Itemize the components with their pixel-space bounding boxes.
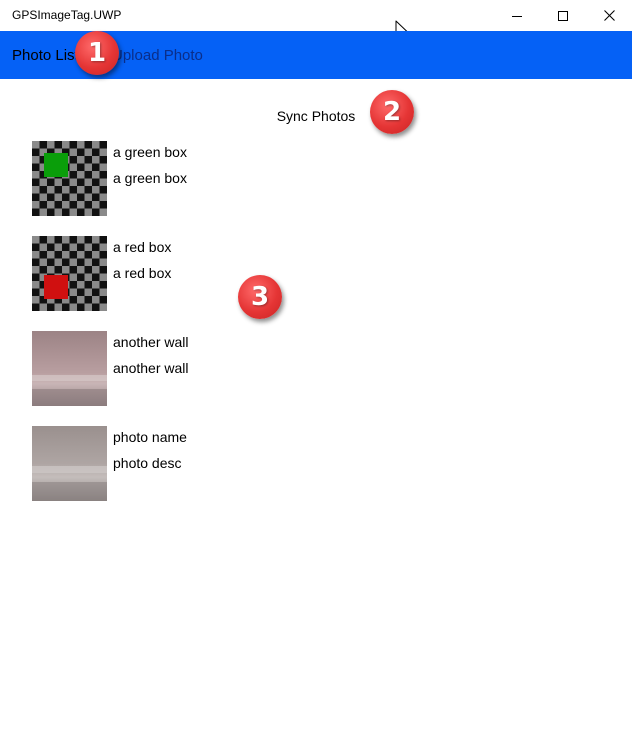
minimize-button[interactable] (494, 0, 540, 31)
callout-badge-3: 3 (238, 275, 282, 319)
maximize-icon (558, 10, 568, 21)
sync-photos-button[interactable]: Sync Photos (268, 104, 364, 128)
thumbnail-image (32, 331, 107, 406)
callout-badge-2: 2 (370, 90, 414, 134)
list-item[interactable]: a red box a red box (32, 236, 592, 311)
close-button[interactable] (586, 0, 632, 31)
callout-badge-1: 1 (75, 31, 119, 75)
photo-description: a red box (113, 265, 172, 281)
list-item[interactable]: photo name photo desc (32, 426, 592, 501)
maximize-button[interactable] (540, 0, 586, 31)
photo-name: photo name (113, 429, 187, 445)
window-title: GPSImageTag.UWP (12, 8, 122, 22)
photo-list: a green box a green box a red box a red … (32, 141, 592, 521)
list-item[interactable]: another wall another wall (32, 331, 592, 406)
list-item[interactable]: a green box a green box (32, 141, 592, 216)
minimize-icon (512, 15, 522, 17)
photo-name: another wall (113, 334, 189, 350)
app-window: GPSImageTag.UWP Photo List Upload Photo … (0, 0, 632, 747)
title-bar[interactable]: GPSImageTag.UWP (0, 0, 632, 31)
thumbnail-image (32, 141, 107, 216)
photo-description: a green box (113, 170, 187, 186)
photo-name: a red box (113, 239, 172, 255)
thumbnail-image (32, 236, 107, 311)
nav-photo-list[interactable]: Photo List (12, 47, 79, 65)
photo-description: photo desc (113, 455, 182, 471)
nav-upload-photo[interactable]: Upload Photo (112, 47, 203, 65)
close-icon (603, 10, 615, 21)
photo-name: a green box (113, 144, 187, 160)
thumbnail-image (32, 426, 107, 501)
photo-description: another wall (113, 360, 189, 376)
